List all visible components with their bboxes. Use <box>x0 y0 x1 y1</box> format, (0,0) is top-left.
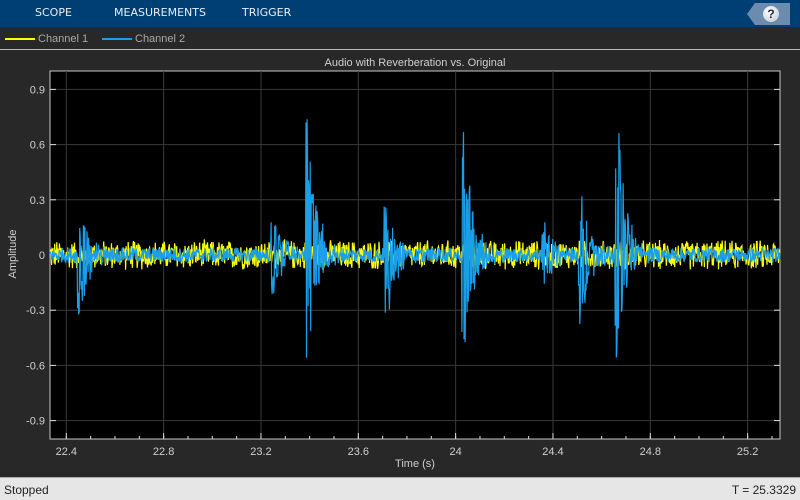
simulation-time: T = 25.3329 <box>731 483 796 497</box>
x-tick-label: 23.2 <box>250 446 271 458</box>
x-tick-label: 24 <box>450 446 462 458</box>
x-tick-label: 25.2 <box>737 446 758 458</box>
y-tick-label: 0.6 <box>30 140 45 152</box>
x-tick-label: 23.6 <box>348 446 369 458</box>
y-tick-label: 0.3 <box>30 195 45 207</box>
x-tick-label: 22.8 <box>153 446 174 458</box>
y-tick-label: 0 <box>39 250 45 262</box>
y-tick-label: -0.6 <box>26 360 45 372</box>
status-bar: Stopped T = 25.3329 <box>0 477 800 500</box>
x-tick-label: 24.4 <box>542 446 563 458</box>
status-state: Stopped <box>4 483 49 497</box>
x-tick-label: 22.4 <box>56 446 77 458</box>
plot-area[interactable]: 22.4 22.8 23.2 23.6 24 24.4 24.8 25.2 0.9 0.6 0.3 0… <box>0 0 800 477</box>
y-tick-label: 0.9 <box>30 84 45 96</box>
x-tick-label: 24.8 <box>640 446 661 458</box>
y-tick-label: -0.3 <box>26 305 45 317</box>
y-tick-label: -0.9 <box>26 416 45 428</box>
